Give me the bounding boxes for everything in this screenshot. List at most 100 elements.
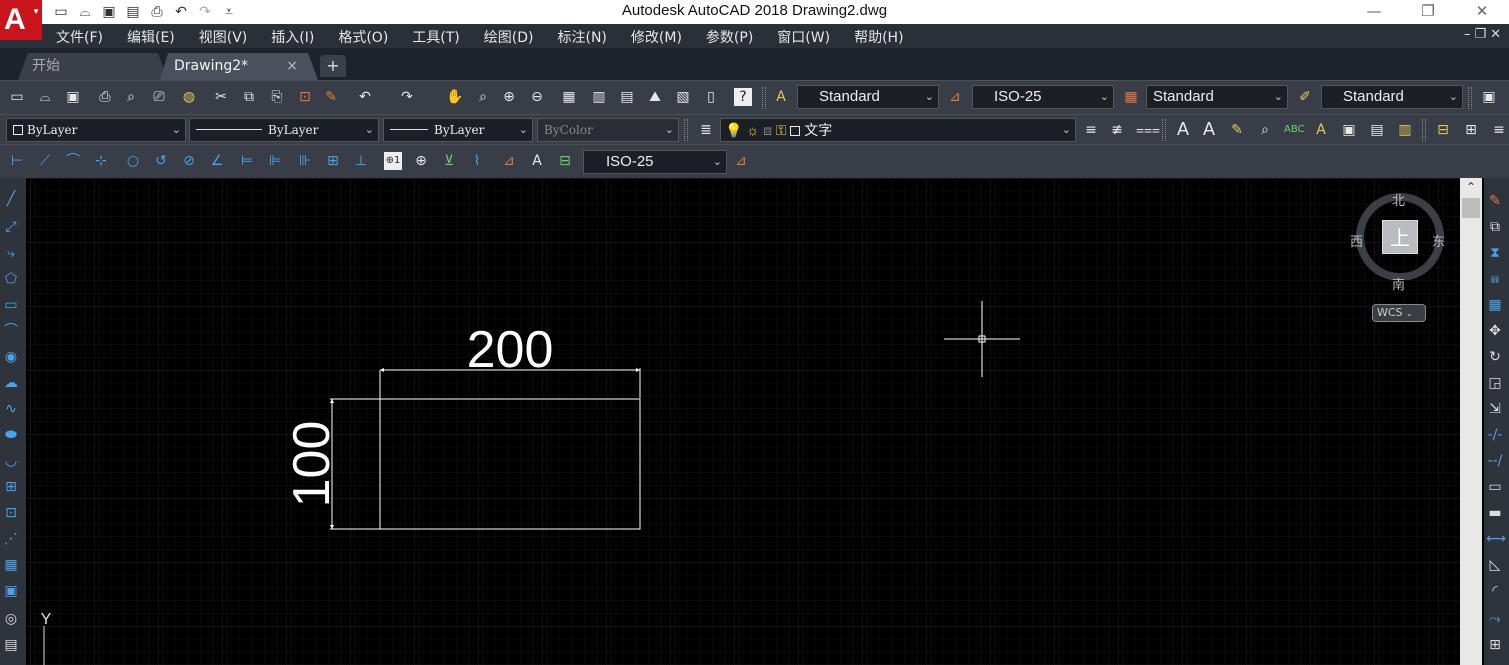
multileader-style-select[interactable]: Standard ⌄ (1321, 85, 1463, 109)
tab-start[interactable]: 开始 (18, 53, 168, 80)
region-icon[interactable]: ◎ (2, 610, 20, 628)
layer-properties-icon[interactable]: ≣ (697, 121, 715, 139)
redo-icon[interactable]: ↷ (398, 88, 416, 106)
lineweight-control[interactable]: ByLayer ⌄ (383, 118, 533, 142)
join-icon[interactable]: ⟷ (1486, 530, 1506, 548)
jogged-linear-icon[interactable]: ⌇ (468, 152, 486, 170)
zoom-previous-icon[interactable]: ⊖ (528, 88, 546, 106)
dim-text-edit-icon[interactable]: A (528, 152, 546, 170)
compass-north[interactable]: 北 (1392, 190, 1405, 209)
angular-dim-icon[interactable]: ∠ (208, 152, 226, 170)
explode-icon[interactable]: ⊞ (1486, 636, 1504, 654)
dim-edit-icon[interactable]: ⊿ (500, 152, 518, 170)
color-control[interactable]: ByLayer ⌄ (6, 118, 186, 142)
drawing-canvas[interactable]: 200 100 Y 北 南 西 东 上 WCS ⌄ (26, 178, 1460, 665)
pan-icon[interactable]: ✋ (446, 88, 464, 106)
document-window-controls[interactable]: –❐✕ (1464, 27, 1505, 42)
baseline-dim-icon[interactable]: ⊫ (266, 152, 284, 170)
menu-draw[interactable]: 绘图(D) (484, 27, 534, 47)
mirror-icon[interactable]: ⧗ (1486, 244, 1504, 262)
copy-object-icon[interactable]: ⧉ (1486, 218, 1504, 236)
menu-parametric[interactable]: 参数(P) (706, 27, 753, 47)
cut-icon[interactable]: ✂ (212, 88, 230, 106)
plot-preview-icon[interactable]: ⌕ (122, 88, 140, 106)
menu-view[interactable]: 视图(V) (199, 27, 248, 47)
inspection-icon[interactable]: ⊻ (440, 152, 458, 170)
offset-icon[interactable]: ⩎ (1486, 270, 1504, 288)
tolerance-icon[interactable]: ⊕1 (384, 152, 402, 170)
copy-icon[interactable]: ⧉ (240, 88, 258, 106)
jogged-dim-icon[interactable]: ↺ (152, 152, 170, 170)
dim-space-icon[interactable]: ⊞ (324, 152, 342, 170)
vertical-scrollbar[interactable]: ⌃ (1460, 178, 1482, 665)
center-mark-icon[interactable]: ⊕ (412, 152, 430, 170)
paste-block-icon[interactable]: ⊡ (296, 88, 314, 106)
break-icon[interactable]: ▬ (1486, 504, 1504, 522)
tab-drawing2[interactable]: Drawing2* × (160, 53, 318, 80)
menu-format[interactable]: 格式(O) (338, 27, 388, 47)
maximize-button[interactable]: ❐ (1401, 0, 1455, 24)
single-line-text-icon[interactable]: A (1200, 120, 1218, 138)
new-icon[interactable]: ▭ (8, 88, 26, 106)
menu-tools[interactable]: 工具(T) (412, 27, 459, 47)
tool-palettes-icon[interactable]: ▤ (618, 88, 636, 106)
rotate-icon[interactable]: ↻ (1486, 348, 1504, 366)
radius-dim-icon[interactable]: ○ (124, 152, 142, 170)
markup-icon[interactable]: ▧ (674, 88, 692, 106)
dim-style-manager-icon[interactable]: ⊿ (732, 152, 750, 170)
circle-icon[interactable]: ◉ (2, 348, 20, 366)
scrollbar-thumb[interactable] (1462, 198, 1480, 218)
line-icon[interactable]: ╱ (2, 190, 20, 208)
break-at-point-icon[interactable]: ▭ (1486, 478, 1504, 496)
table-icon[interactable]: ▤ (2, 636, 20, 654)
menu-edit[interactable]: 编辑(E) (127, 27, 175, 47)
dim-update-icon[interactable]: ⊟ (556, 152, 574, 170)
layer-previous-icon[interactable]: ≢ (1108, 121, 1126, 139)
menu-help[interactable]: 帮助(H) (854, 27, 903, 47)
table-style-select[interactable]: Standard ⌄ (1146, 85, 1288, 109)
publish-icon[interactable]: ⎚ (150, 88, 168, 106)
aligned-dim-icon[interactable]: ⟋ (36, 152, 54, 170)
new-tab-button[interactable]: + (320, 55, 346, 77)
array-icon[interactable]: ▦ (1486, 296, 1504, 314)
construction-line-icon[interactable]: ⤢ (2, 218, 20, 236)
table-style-icon[interactable]: ▦ (1122, 88, 1140, 106)
scroll-up-icon[interactable]: ⌃ (1460, 180, 1482, 194)
viewcube-top-face[interactable]: 上 (1382, 220, 1418, 254)
dim-style-icon[interactable]: ⊿ (946, 88, 964, 106)
compass-west[interactable]: 西 (1350, 231, 1363, 250)
workspace-icon[interactable]: ▣ (1480, 88, 1498, 106)
move-icon[interactable]: ✥ (1486, 322, 1504, 340)
paste-icon[interactable]: ⎘ (268, 88, 286, 106)
arc-icon[interactable]: ⌒ (2, 322, 20, 340)
match-properties-icon[interactable]: ✎ (322, 88, 340, 106)
menu-insert[interactable]: 插入(I) (271, 27, 314, 47)
quick-dim-icon[interactable]: ⊨ (238, 152, 256, 170)
design-center-icon[interactable]: ▥ (590, 88, 608, 106)
point-icon[interactable]: ⋰ (2, 530, 20, 548)
menu-dimension[interactable]: 标注(N) (558, 27, 607, 47)
dim-style-select-2[interactable]: ISO-25 ⌄ (583, 150, 727, 174)
make-block-icon[interactable]: ⊡ (2, 504, 20, 522)
menu-file[interactable]: 文件(F) (56, 27, 103, 47)
save-icon[interactable]: ▣ (64, 88, 82, 106)
scale-icon[interactable]: ◲ (1486, 374, 1504, 392)
help-icon[interactable]: ? (734, 88, 752, 106)
hatch-icon[interactable]: ▦ (2, 556, 20, 574)
find-text-icon[interactable]: ⌕ (1256, 121, 1274, 139)
plotstyle-control[interactable]: ByColor ⌄ (537, 118, 679, 142)
properties-icon[interactable]: ▦ (560, 88, 578, 106)
blend-curves-icon[interactable]: ⤳ (1486, 610, 1504, 628)
convert-distance-icon[interactable]: ▥ (1396, 121, 1414, 139)
plot-icon[interactable]: ⎙ (96, 88, 114, 106)
polygon-icon[interactable]: ⬠ (2, 270, 20, 288)
compass-south[interactable]: 南 (1392, 274, 1405, 293)
dim-break-icon[interactable]: ⊥ (352, 152, 370, 170)
open-icon[interactable]: ⌓ (36, 88, 54, 106)
spline-icon[interactable]: ∿ (2, 400, 20, 418)
sheet-set-icon[interactable]: ⛰ (646, 88, 664, 106)
make-current-icon[interactable]: ≡ (1082, 121, 1100, 139)
zoom-window-icon[interactable]: ⊕ (500, 88, 518, 106)
application-menu-button[interactable]: A ▼ (0, 0, 42, 40)
calculator-icon[interactable]: ▯ (702, 88, 720, 106)
